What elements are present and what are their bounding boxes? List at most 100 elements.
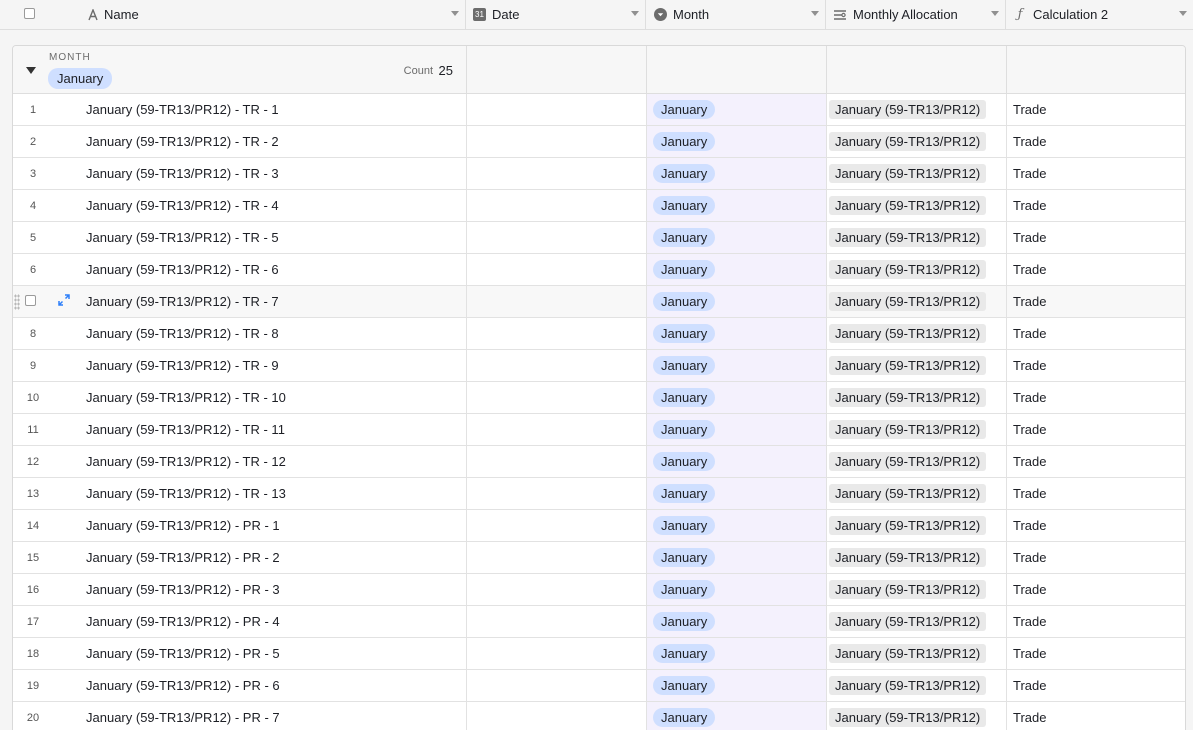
month-cell[interactable]: January <box>647 126 827 157</box>
month-cell[interactable]: January <box>647 286 827 317</box>
month-cell[interactable]: January <box>647 446 827 477</box>
monthly-allocation-cell[interactable]: January (59-TR13/PR12) <box>827 190 1007 221</box>
linked-record-chip[interactable]: January (59-TR13/PR12) <box>829 388 987 407</box>
date-cell[interactable] <box>467 158 647 189</box>
month-cell[interactable]: January <box>647 670 827 701</box>
date-cell[interactable] <box>467 190 647 221</box>
linked-record-chip[interactable]: January (59-TR13/PR12) <box>829 356 987 375</box>
table-row[interactable]: January (59-TR13/PR12) - TR - 7 January Ja… <box>13 286 1185 318</box>
month-cell[interactable]: January <box>647 382 827 413</box>
calculation-cell[interactable]: Trade <box>1007 382 1185 413</box>
date-cell[interactable] <box>467 670 647 701</box>
date-cell[interactable] <box>467 446 647 477</box>
name-cell[interactable]: January (59-TR13/PR12) - TR - 12 <box>53 446 467 477</box>
calculation-cell[interactable]: Trade <box>1007 606 1185 637</box>
linked-record-chip[interactable]: January (59-TR13/PR12) <box>829 484 987 503</box>
monthly-allocation-cell[interactable]: January (59-TR13/PR12) <box>827 286 1007 317</box>
month-cell[interactable]: January <box>647 158 827 189</box>
name-cell[interactable]: January (59-TR13/PR12) - TR - 13 <box>53 478 467 509</box>
name-cell[interactable]: January (59-TR13/PR12) - TR - 5 <box>53 222 467 253</box>
month-cell[interactable]: January <box>647 542 827 573</box>
date-cell[interactable] <box>467 254 647 285</box>
month-cell[interactable]: January <box>647 414 827 445</box>
calculation-cell[interactable]: Trade <box>1007 158 1185 189</box>
table-row[interactable]: 1 January (59-TR13/PR12) - TR - 1 January J… <box>13 94 1185 126</box>
monthly-allocation-cell[interactable]: January (59-TR13/PR12) <box>827 446 1007 477</box>
date-cell[interactable] <box>467 318 647 349</box>
linked-record-chip[interactable]: January (59-TR13/PR12) <box>829 132 987 151</box>
table-row[interactable]: 14 January (59-TR13/PR12) - PR - 1 January… <box>13 510 1185 542</box>
monthly-allocation-cell[interactable]: January (59-TR13/PR12) <box>827 702 1007 730</box>
calculation-cell[interactable]: Trade <box>1007 638 1185 669</box>
table-row[interactable]: 13 January (59-TR13/PR12) - TR - 13 Januar… <box>13 478 1185 510</box>
linked-record-chip[interactable]: January (59-TR13/PR12) <box>829 708 987 727</box>
linked-record-chip[interactable]: January (59-TR13/PR12) <box>829 196 987 215</box>
month-cell[interactable]: January <box>647 318 827 349</box>
date-cell[interactable] <box>467 414 647 445</box>
linked-record-chip[interactable]: January (59-TR13/PR12) <box>829 580 987 599</box>
linked-record-chip[interactable]: January (59-TR13/PR12) <box>829 324 987 343</box>
monthly-allocation-cell[interactable]: January (59-TR13/PR12) <box>827 254 1007 285</box>
table-row[interactable]: 8 January (59-TR13/PR12) - TR - 8 January J… <box>13 318 1185 350</box>
monthly-allocation-cell[interactable]: January (59-TR13/PR12) <box>827 94 1007 125</box>
monthly-allocation-cell[interactable]: January (59-TR13/PR12) <box>827 158 1007 189</box>
date-cell[interactable] <box>467 286 647 317</box>
name-cell[interactable]: January (59-TR13/PR12) - TR - 4 <box>53 190 467 221</box>
calculation-cell[interactable]: Trade <box>1007 222 1185 253</box>
name-cell[interactable]: January (59-TR13/PR12) - TR - 9 <box>53 350 467 381</box>
table-row[interactable]: 12 January (59-TR13/PR12) - TR - 12 Januar… <box>13 446 1185 478</box>
monthly-allocation-cell[interactable]: January (59-TR13/PR12) <box>827 670 1007 701</box>
month-cell[interactable]: January <box>647 222 827 253</box>
calculation-cell[interactable]: Trade <box>1007 510 1185 541</box>
linked-record-chip[interactable]: January (59-TR13/PR12) <box>829 452 987 471</box>
chevron-down-icon[interactable] <box>631 11 639 16</box>
month-cell[interactable]: January <box>647 574 827 605</box>
table-row[interactable]: 2 January (59-TR13/PR12) - TR - 2 January J… <box>13 126 1185 158</box>
linked-record-chip[interactable]: January (59-TR13/PR12) <box>829 420 987 439</box>
date-cell[interactable] <box>467 542 647 573</box>
name-cell[interactable]: January (59-TR13/PR12) - TR - 8 <box>53 318 467 349</box>
calculation-cell[interactable]: Trade <box>1007 318 1185 349</box>
calculation-cell[interactable]: Trade <box>1007 286 1185 317</box>
name-cell[interactable]: January (59-TR13/PR12) - TR - 7 <box>53 286 467 317</box>
table-row[interactable]: 18 January (59-TR13/PR12) - PR - 5 January… <box>13 638 1185 670</box>
date-cell[interactable] <box>467 606 647 637</box>
month-cell[interactable]: January <box>647 478 827 509</box>
chevron-down-icon[interactable] <box>991 11 999 16</box>
name-cell[interactable]: January (59-TR13/PR12) - PR - 5 <box>53 638 467 669</box>
month-cell[interactable]: January <box>647 190 827 221</box>
calculation-cell[interactable]: Trade <box>1007 254 1185 285</box>
name-cell[interactable]: January (59-TR13/PR12) - TR - 2 <box>53 126 467 157</box>
linked-record-chip[interactable]: January (59-TR13/PR12) <box>829 676 987 695</box>
chevron-down-icon[interactable] <box>451 11 459 16</box>
monthly-allocation-cell[interactable]: January (59-TR13/PR12) <box>827 510 1007 541</box>
date-cell[interactable] <box>467 478 647 509</box>
name-cell[interactable]: January (59-TR13/PR12) - PR - 2 <box>53 542 467 573</box>
name-cell[interactable]: January (59-TR13/PR12) - PR - 7 <box>53 702 467 730</box>
month-cell[interactable]: January <box>647 510 827 541</box>
calculation-cell[interactable]: Trade <box>1007 670 1185 701</box>
name-cell[interactable]: January (59-TR13/PR12) - PR - 6 <box>53 670 467 701</box>
table-row[interactable]: 11 January (59-TR13/PR12) - TR - 11 Januar… <box>13 414 1185 446</box>
date-cell[interactable] <box>467 638 647 669</box>
collapse-group-icon[interactable] <box>26 67 36 74</box>
linked-record-chip[interactable]: January (59-TR13/PR12) <box>829 548 987 567</box>
month-cell[interactable]: January <box>647 94 827 125</box>
table-row[interactable]: 6 January (59-TR13/PR12) - TR - 6 January J… <box>13 254 1185 286</box>
table-row[interactable]: 3 January (59-TR13/PR12) - TR - 3 January J… <box>13 158 1185 190</box>
linked-record-chip[interactable]: January (59-TR13/PR12) <box>829 228 987 247</box>
month-cell[interactable]: January <box>647 254 827 285</box>
calculation-cell[interactable]: Trade <box>1007 350 1185 381</box>
calculation-cell[interactable]: Trade <box>1007 702 1185 730</box>
linked-record-chip[interactable]: January (59-TR13/PR12) <box>829 292 987 311</box>
calculation-cell[interactable]: Trade <box>1007 478 1185 509</box>
calculation-cell[interactable]: Trade <box>1007 446 1185 477</box>
name-cell[interactable]: January (59-TR13/PR12) - TR - 1 <box>53 94 467 125</box>
monthly-allocation-cell[interactable]: January (59-TR13/PR12) <box>827 318 1007 349</box>
linked-record-chip[interactable]: January (59-TR13/PR12) <box>829 516 987 535</box>
name-cell[interactable]: January (59-TR13/PR12) - PR - 3 <box>53 574 467 605</box>
table-row[interactable]: 20 January (59-TR13/PR12) - PR - 7 January… <box>13 702 1185 730</box>
calculation-cell[interactable]: Trade <box>1007 126 1185 157</box>
table-row[interactable]: 9 January (59-TR13/PR12) - TR - 9 January J… <box>13 350 1185 382</box>
monthly-allocation-cell[interactable]: January (59-TR13/PR12) <box>827 478 1007 509</box>
